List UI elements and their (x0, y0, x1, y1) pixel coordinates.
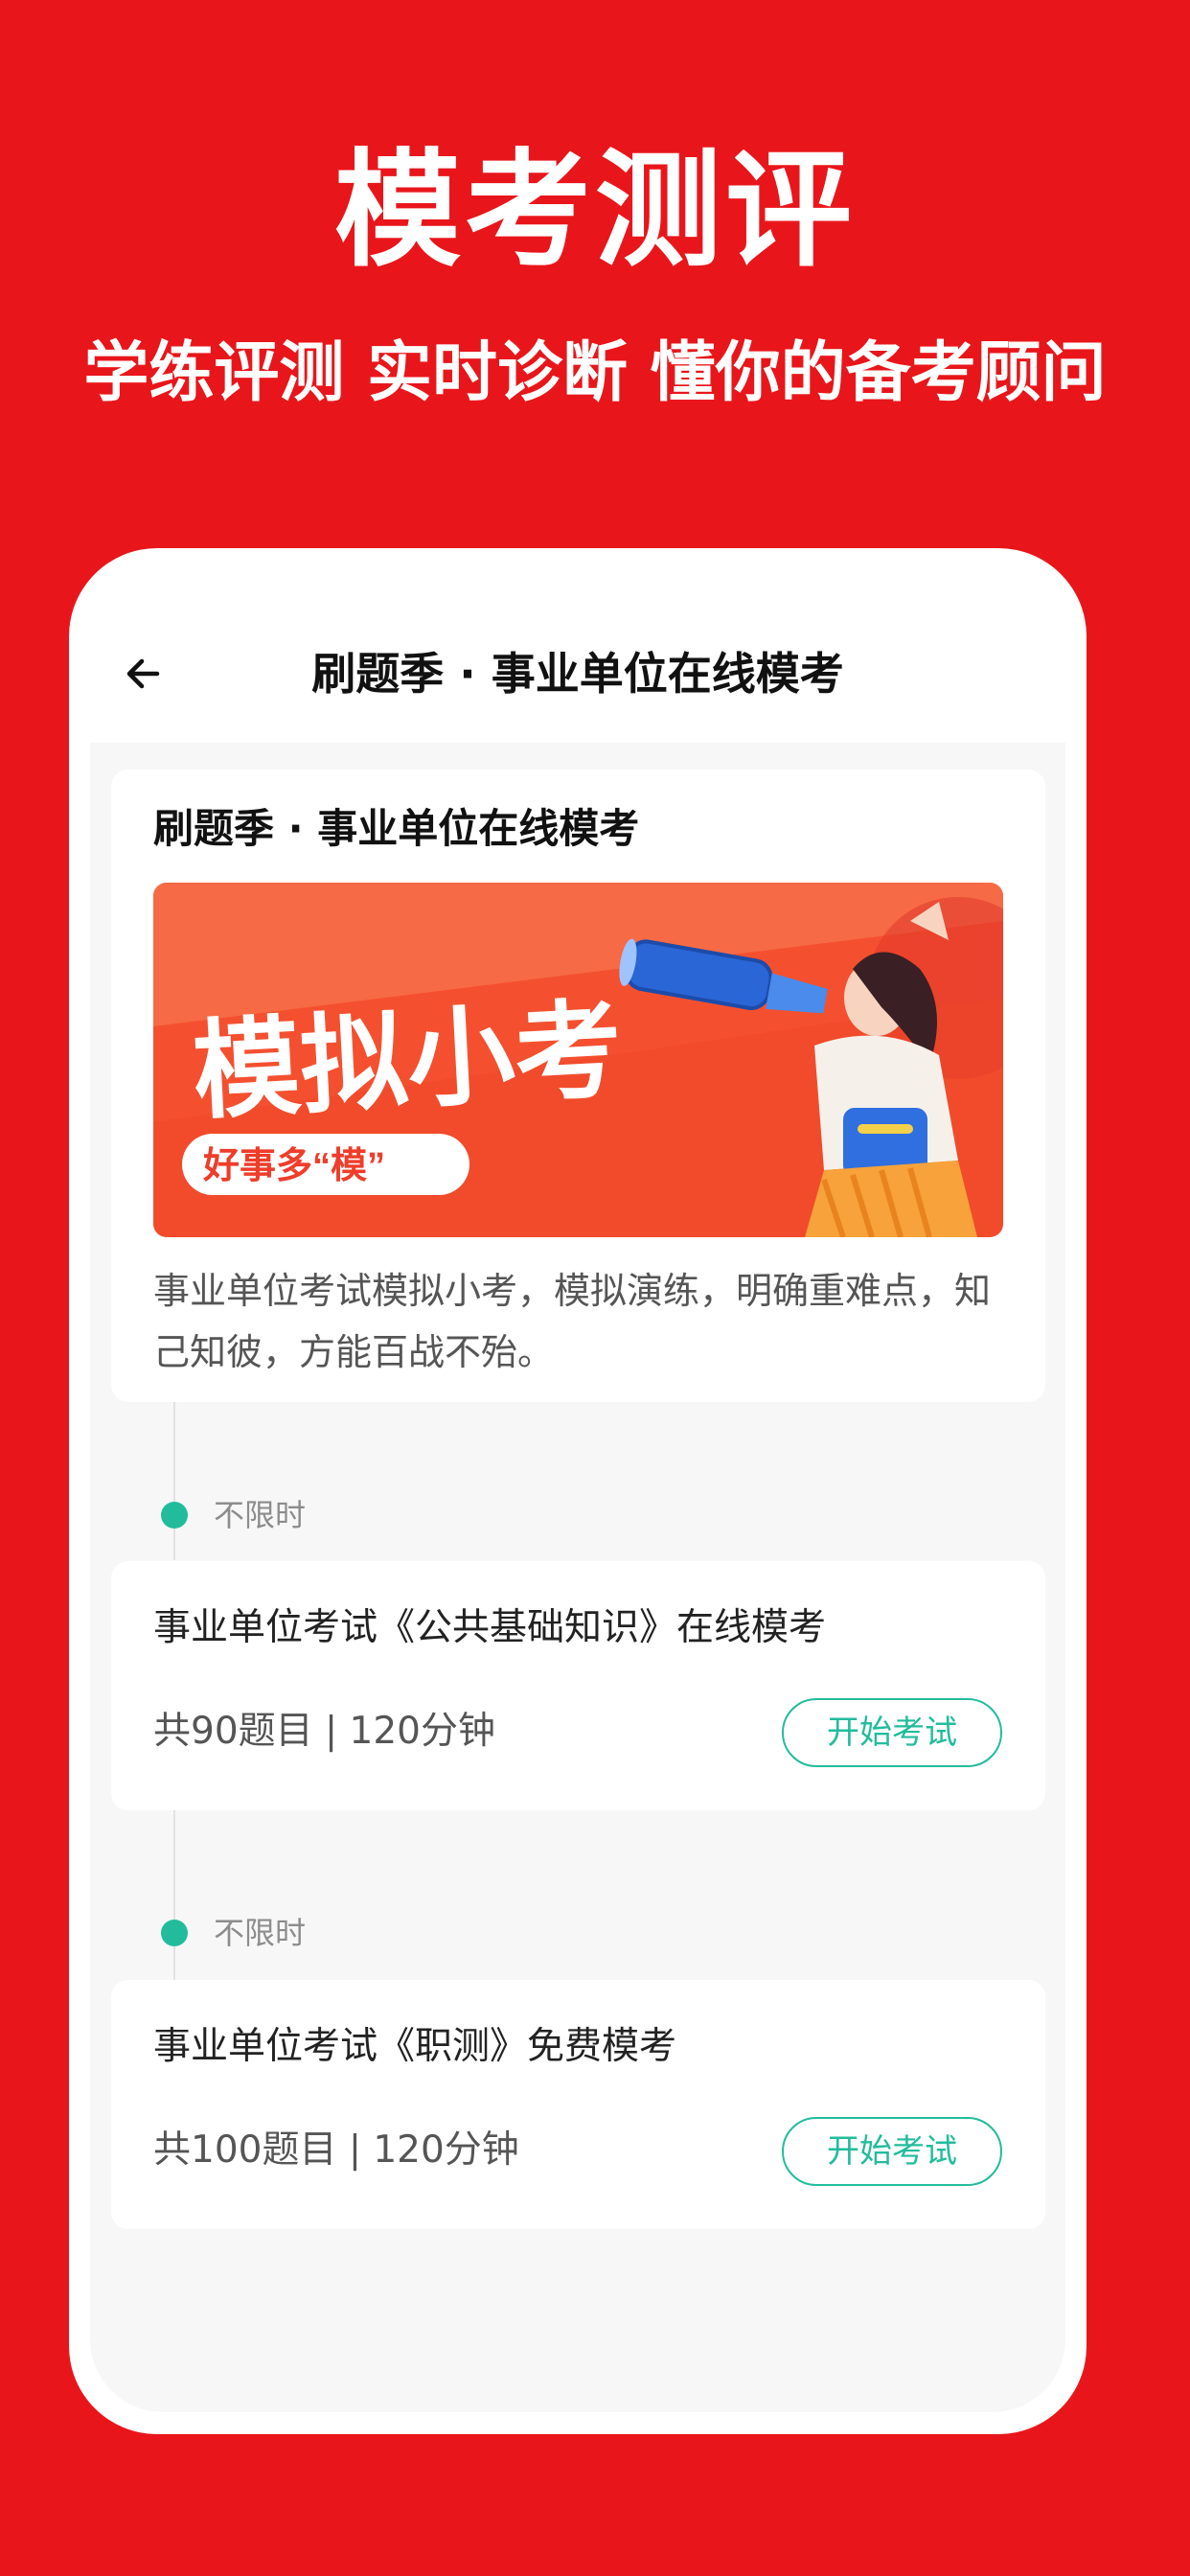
exam-card[interactable]: 事业单位考试《公共基础知识》在线模考 共90题目 | 120分钟 开始考试 (111, 1561, 1045, 1810)
timeline-dot (161, 1502, 188, 1529)
timeline-line (173, 1402, 175, 1560)
phone-frame: 刷题季 · 事业单位在线模考 刷题季 · 事业单位在线模考 模拟小考 好事多“模… (69, 548, 1087, 2434)
exam-time-label: 不限时 (214, 1915, 307, 1951)
exam-meta: 共100题目 | 120分钟 (153, 2128, 519, 2172)
promo-subtitle: 学练评测 实时诊断 懂你的备考顾问 (83, 335, 1107, 411)
timeline-dot (161, 1920, 188, 1946)
intro-card-description: 事业单位考试模拟小考，模拟演练，明确重难点，知己知彼，方能百战不殆。 (153, 1270, 992, 1373)
start-exam-button[interactable]: 开始考试 (782, 2117, 1002, 2186)
phone-screen: 刷题季 · 事业单位在线模考 刷题季 · 事业单位在线模考 模拟小考 好事多“模… (90, 567, 1065, 2412)
exam-title: 事业单位考试《公共基础知识》在线模考 (153, 1606, 827, 1649)
intro-card-title: 刷题季 · 事业单位在线模考 (153, 805, 640, 852)
intro-card: 刷题季 · 事业单位在线模考 模拟小考 好事多“模” 事业单位考试模拟小考，模拟… (111, 770, 1045, 1402)
page-title: 刷题季 · 事业单位在线模考 (311, 648, 844, 700)
banner-headline: 模拟小考 (190, 990, 625, 1132)
promo-title: 模考测评 (334, 137, 856, 285)
timeline-line (173, 1810, 175, 1981)
nav-bar: 刷题季 · 事业单位在线模考 (90, 567, 1065, 743)
banner-illustration: 模拟小考 好事多“模” (153, 883, 1003, 1237)
arrow-left-icon[interactable] (119, 647, 172, 701)
exam-card[interactable]: 事业单位考试《职测》免费模考 共100题目 | 120分钟 开始考试 (111, 1980, 1045, 2229)
promo-banner[interactable]: 模拟小考 好事多“模” (153, 883, 1003, 1237)
exam-time-label: 不限时 (214, 1497, 307, 1533)
start-exam-button[interactable]: 开始考试 (782, 1698, 1002, 1767)
exam-title: 事业单位考试《职测》免费模考 (153, 2025, 677, 2068)
exam-meta: 共90题目 | 120分钟 (153, 1710, 495, 1753)
banner-tagline: 好事多“模” (202, 1146, 385, 1186)
